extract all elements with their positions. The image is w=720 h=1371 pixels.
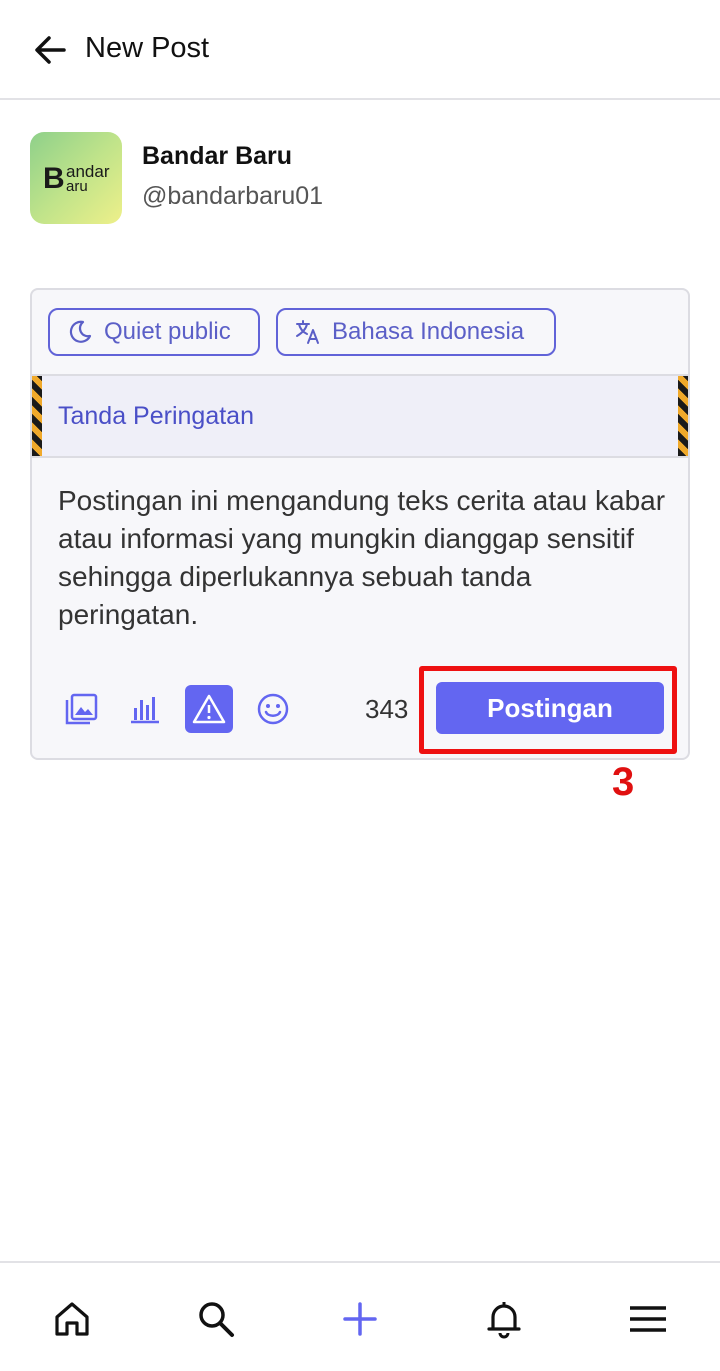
avatar: B andar aru bbox=[30, 132, 122, 224]
warning-stripe-right bbox=[678, 376, 688, 456]
search-icon[interactable] bbox=[196, 1299, 236, 1339]
avatar-text-line2: aru bbox=[66, 178, 88, 195]
arrow-left-icon[interactable] bbox=[30, 30, 70, 70]
plus-icon[interactable] bbox=[340, 1299, 380, 1339]
page-title: New Post bbox=[85, 32, 210, 64]
user-display-name: Bandar Baru bbox=[142, 142, 293, 170]
highlight-box bbox=[419, 666, 677, 754]
content-warning-text: Tanda Peringatan bbox=[58, 402, 254, 430]
top-bar: New Post bbox=[0, 0, 720, 100]
poll-icon[interactable] bbox=[121, 685, 169, 733]
moon-icon bbox=[69, 320, 92, 343]
character-counter: 343 bbox=[365, 694, 409, 724]
bottom-nav bbox=[0, 1261, 720, 1371]
menu-icon[interactable] bbox=[628, 1299, 668, 1339]
warning-icon[interactable] bbox=[185, 685, 233, 733]
user-handle: @bandarbaru01 bbox=[142, 182, 324, 210]
translate-icon bbox=[296, 320, 319, 344]
warning-stripe-left bbox=[32, 376, 42, 456]
image-icon[interactable] bbox=[57, 685, 105, 733]
home-icon[interactable] bbox=[52, 1299, 92, 1339]
post-text-area[interactable]: Postingan ini mengandung teks cerita ata… bbox=[58, 482, 673, 634]
visibility-label: Quiet public bbox=[104, 318, 231, 345]
avatar-letter: B bbox=[43, 162, 65, 195]
content-warning-field[interactable]: Tanda Peringatan bbox=[32, 374, 688, 458]
language-label: Bahasa Indonesia bbox=[332, 318, 525, 345]
visibility-button[interactable]: Quiet public bbox=[48, 308, 260, 356]
step-number: 3 bbox=[612, 760, 635, 804]
language-button[interactable]: Bahasa Indonesia bbox=[276, 308, 556, 356]
emoji-icon[interactable] bbox=[249, 685, 297, 733]
bell-icon[interactable] bbox=[484, 1299, 524, 1339]
